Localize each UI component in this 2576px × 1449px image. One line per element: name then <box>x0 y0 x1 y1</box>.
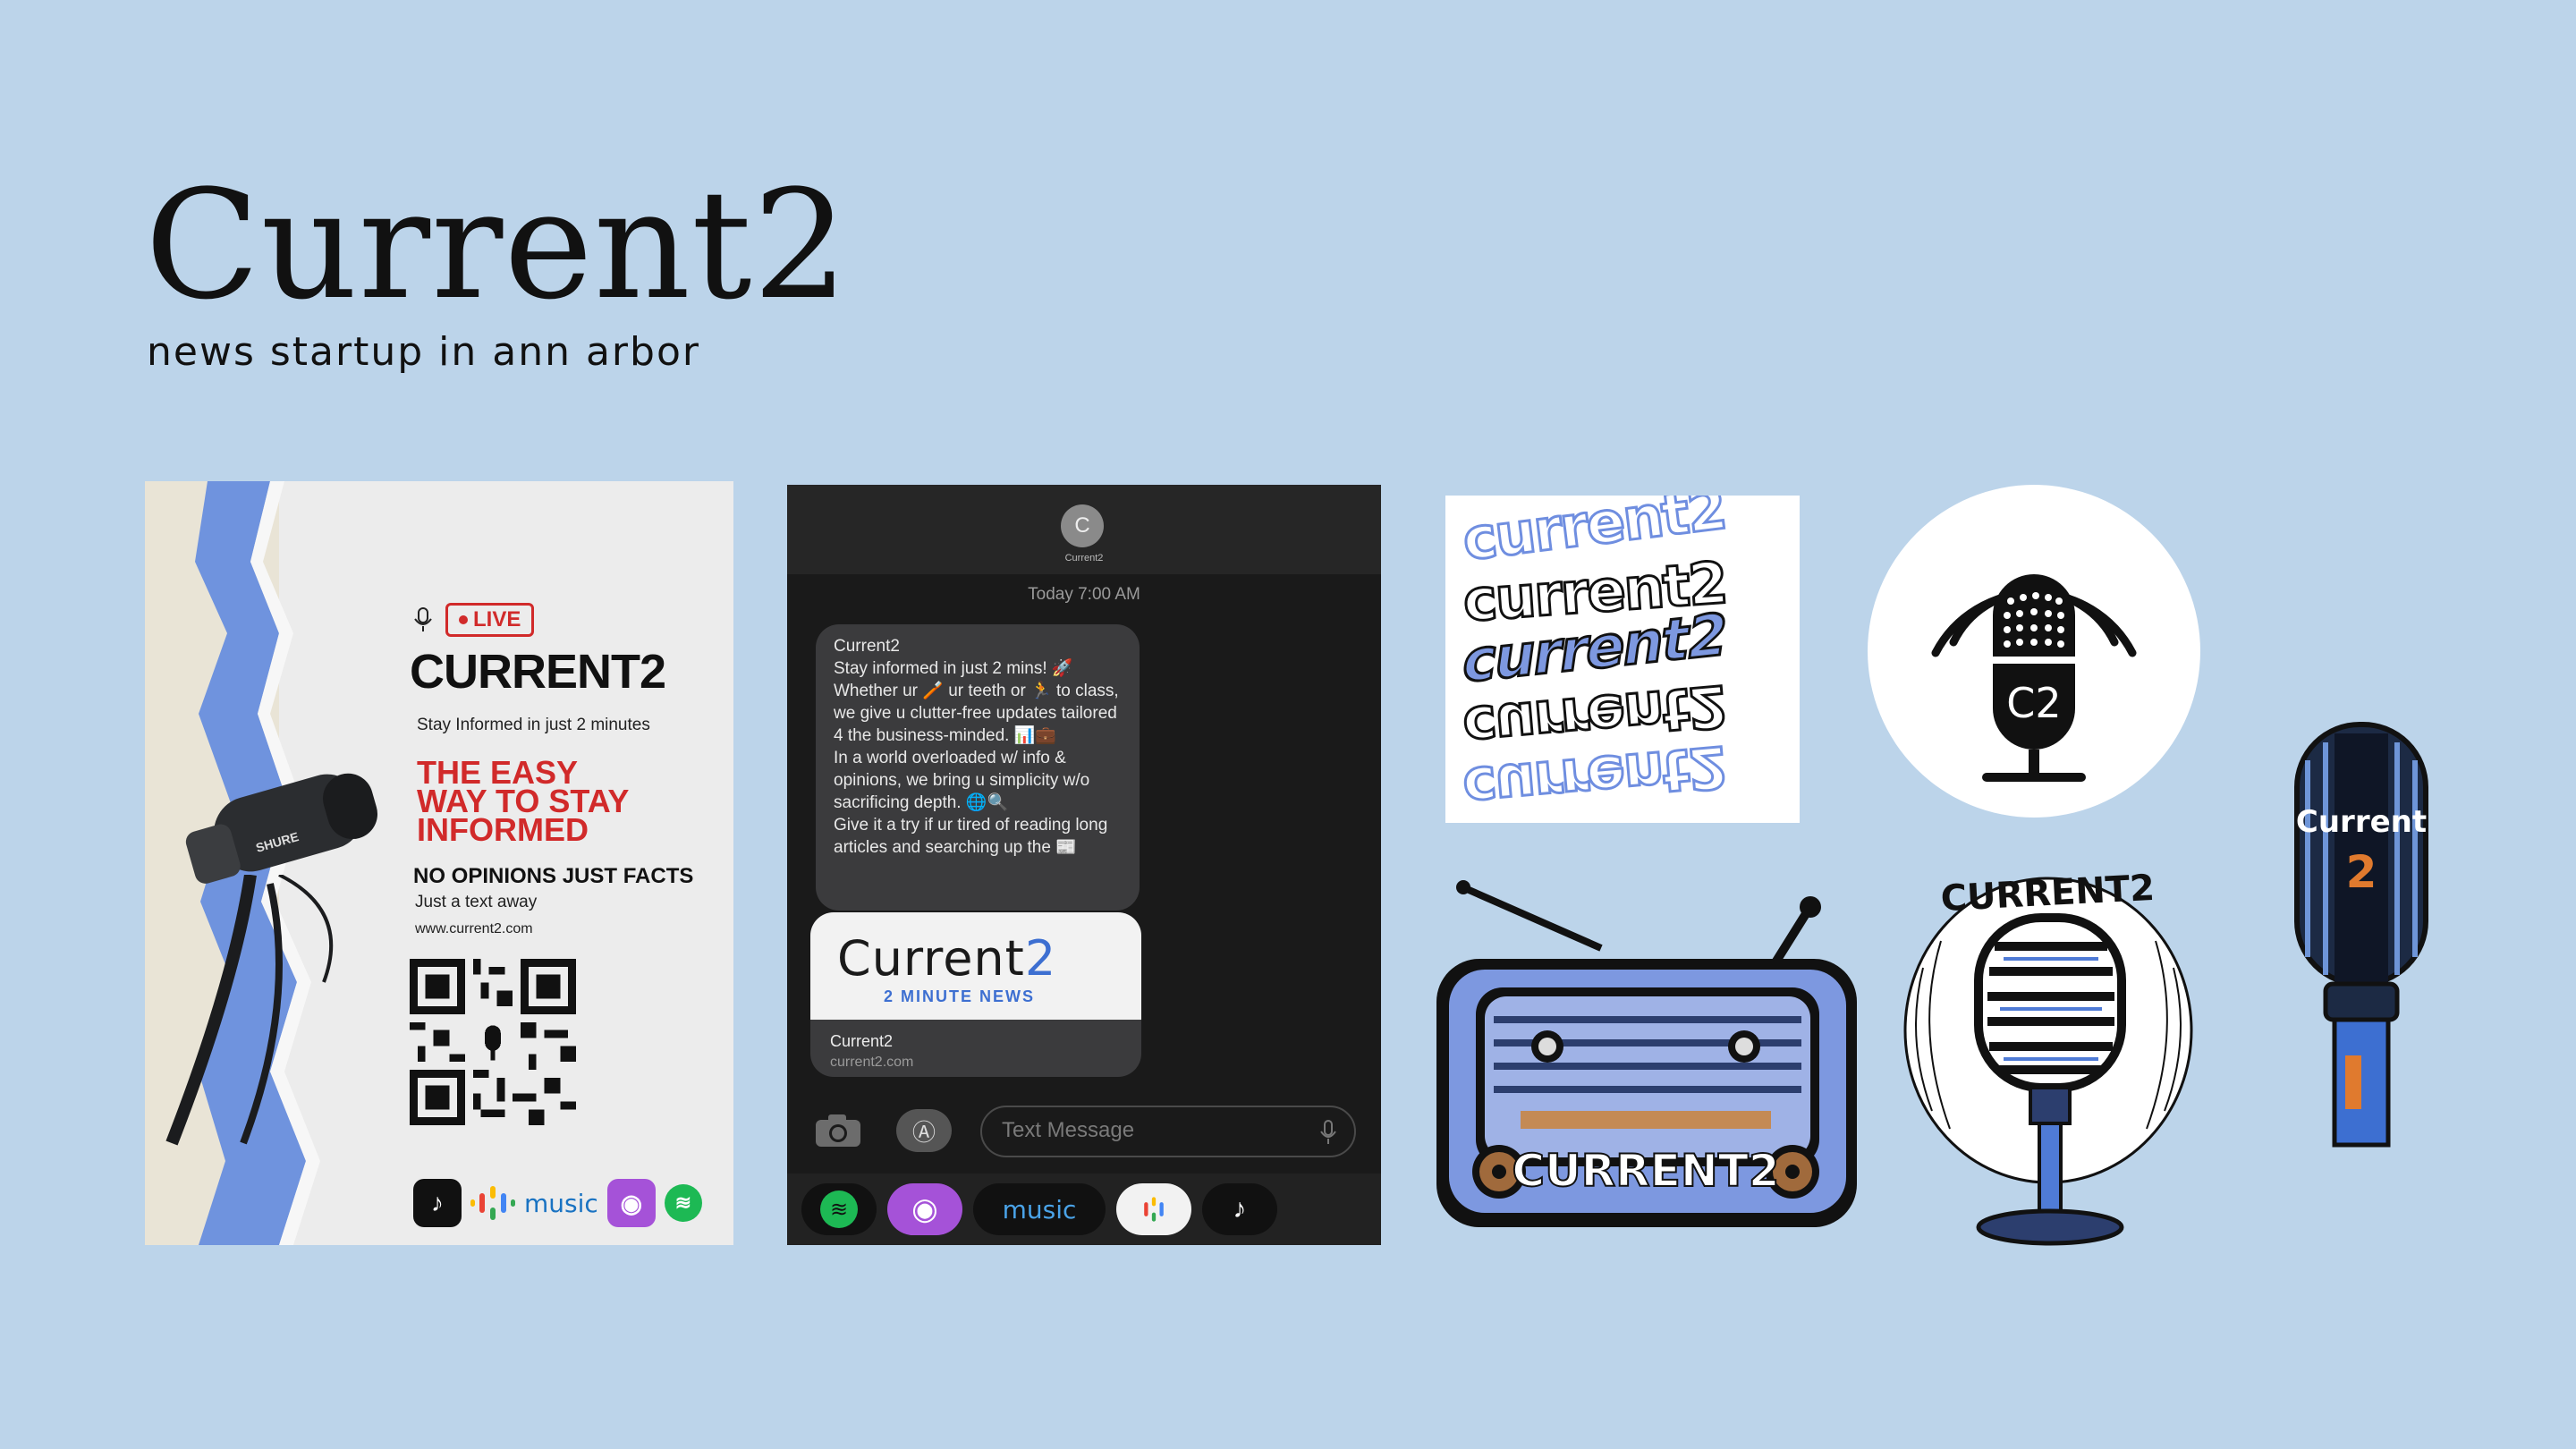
microphone-icon <box>414 607 432 631</box>
link-logo-subtitle: 2 MINUTE NEWS <box>884 987 1036 1005</box>
circle-logo-text: C2 <box>2006 679 2061 727</box>
text-message-input[interactable]: Text Message <box>980 1106 1356 1157</box>
page-subtitle: news startup in ann arbor <box>147 329 700 375</box>
page-title: Current2 <box>145 157 850 333</box>
dock-music-label: music <box>1002 1194 1077 1224</box>
link-preview-card[interactable]: Current2 2 MINUTE NEWS Current2 current2… <box>810 912 1141 1077</box>
link-url: current2.com <box>830 1055 914 1070</box>
message-composer: Ⓐ Text Message <box>787 1102 1381 1165</box>
poster-platform-icons: ♪ music ◉ ≋ <box>413 1179 702 1227</box>
poster-image: SHURE LIVE CURRENT2 Stay Informed in jus… <box>145 481 733 1245</box>
link-preview-image: Current2 2 MINUTE NEWS <box>810 912 1141 1020</box>
dock-amazon-music-icon[interactable]: music <box>973 1183 1106 1235</box>
dock-google-podcasts-icon[interactable] <box>1116 1183 1191 1235</box>
app-drawer-dock: ≋ ◉ music ♪ <box>787 1174 1381 1245</box>
poster-brand: CURRENT2 <box>410 645 666 699</box>
poster-tagline: Stay Informed in just 2 minutes <box>417 716 650 734</box>
message-text: Current2 Stay informed in just 2 mins! 🚀… <box>834 637 1119 857</box>
poster-no-opinions: NO OPINIONS JUST FACTS <box>413 864 694 888</box>
poster-text-away: Just a text away <box>415 893 538 911</box>
imessage-screenshot: C Current2 Today 7:00 AM Current2 Stay i… <box>787 485 1381 1245</box>
poster-url: www.current2.com <box>415 921 533 936</box>
app-store-icon[interactable]: Ⓐ <box>896 1109 952 1152</box>
camera-icon[interactable] <box>814 1113 862 1148</box>
c2-circle-logo: C2 <box>1868 485 2200 818</box>
live-badge: LIVE <box>445 603 535 637</box>
dock-tiktok-icon[interactable]: ♪ <box>1202 1183 1277 1235</box>
live-dot-icon <box>459 615 468 624</box>
shure-microphone-image: SHURE <box>185 773 378 884</box>
contact-avatar[interactable]: C <box>1061 504 1104 547</box>
link-logo: Current2 <box>837 930 1056 987</box>
dock-spotify-icon[interactable]: ≋ <box>801 1183 877 1235</box>
retro-radio-sticker: CURRENT2 <box>1436 880 1857 1227</box>
link-logo-number: 2 <box>1024 930 1057 987</box>
mic-stand-image <box>165 875 334 1146</box>
message-timestamp: Today 7:00 AM <box>1028 585 1140 604</box>
live-label: LIVE <box>473 607 521 631</box>
dictation-mic-icon[interactable] <box>1320 1120 1336 1145</box>
retro-microphone-sticker: Current 2 <box>2294 722 2428 1148</box>
live-indicator-row: LIVE <box>413 603 535 637</box>
amazon-music-icon: music <box>524 1188 598 1218</box>
message-bubble: Current2 Stay informed in just 2 mins! 🚀… <box>816 624 1140 911</box>
poster-headline: THE EASY WAY TO STAY INFORMED <box>417 757 685 848</box>
retro-mic-word: Current <box>2296 804 2427 840</box>
vintage-microphone-sticker: CURRENT2 <box>1903 868 2193 1246</box>
wordmark-sticker: current2 current2 current2 current2 curr… <box>1445 496 1800 823</box>
dock-apple-podcasts-icon[interactable]: ◉ <box>887 1183 962 1235</box>
radio-label: CURRENT2 <box>1512 1145 1779 1197</box>
apple-podcasts-icon: ◉ <box>606 1179 656 1227</box>
podcast-microphone-icon: C2 <box>1931 574 2137 782</box>
retro-mic-number: 2 <box>2346 846 2377 898</box>
input-placeholder: Text Message <box>1002 1118 1135 1142</box>
headline-line: INFORMED <box>417 811 589 848</box>
google-podcasts-glyph-icon <box>1144 1197 1164 1222</box>
link-title: Current2 <box>830 1032 894 1050</box>
contact-name[interactable]: Current2 <box>787 553 1381 564</box>
qr-code-icon <box>410 959 576 1125</box>
spotify-icon: ≋ <box>664 1184 702 1222</box>
google-podcasts-icon <box>470 1186 515 1220</box>
tiktok-icon: ♪ <box>413 1179 462 1227</box>
link-logo-word: Current <box>837 930 1025 987</box>
